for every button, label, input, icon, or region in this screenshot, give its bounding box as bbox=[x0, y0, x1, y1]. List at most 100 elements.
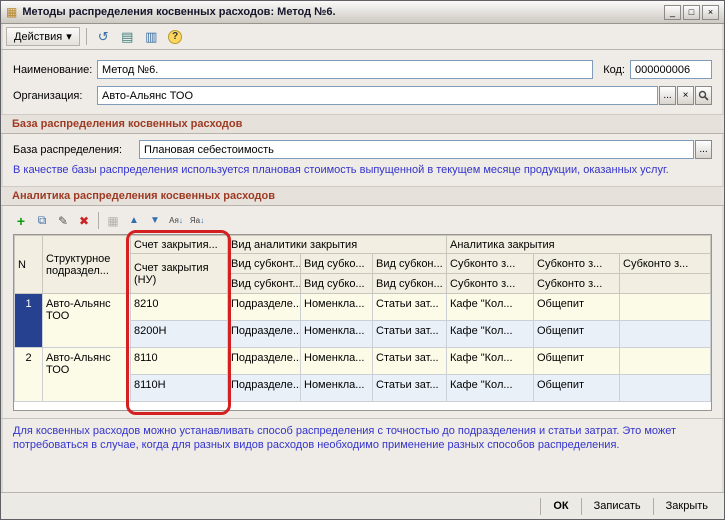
column-header-vid2-nu[interactable]: Вид субко... bbox=[301, 274, 373, 294]
vid3-cell[interactable]: Статьи зат... bbox=[373, 321, 447, 348]
footer-separator bbox=[653, 498, 654, 515]
vid3-cell[interactable]: Статьи зат... bbox=[373, 294, 447, 321]
sub3-cell[interactable] bbox=[620, 375, 711, 402]
column-header-struct[interactable]: Структурное подраздел... bbox=[43, 236, 131, 294]
code-input[interactable] bbox=[630, 60, 712, 79]
actions-label: Действия bbox=[14, 31, 62, 43]
sub2-cell[interactable]: Общепит bbox=[534, 348, 620, 375]
delete-row-button[interactable]: ✖ bbox=[74, 211, 94, 230]
column-header-vid3-nu[interactable]: Вид субкон... bbox=[373, 274, 447, 294]
column-header-vid3[interactable]: Вид субкон... bbox=[373, 254, 447, 274]
name-input[interactable] bbox=[97, 60, 593, 79]
vid1-cell[interactable]: Подразделе... bbox=[228, 375, 301, 402]
magnifier-icon bbox=[698, 90, 709, 101]
save-button[interactable]: Записать bbox=[586, 497, 649, 515]
vid1-cell[interactable]: Подразделе... bbox=[228, 348, 301, 375]
vid2-cell[interactable]: Номенкла... bbox=[301, 375, 373, 402]
base-row: База распределения: ... bbox=[1, 140, 724, 159]
sub2-cell[interactable]: Общепит bbox=[534, 294, 620, 321]
list-button[interactable]: ▤ bbox=[117, 27, 138, 47]
column-header-vid-group[interactable]: Вид аналитики закрытия bbox=[228, 236, 447, 254]
move-up-button[interactable]: ▲ bbox=[124, 211, 144, 230]
structure-button[interactable]: ▥ bbox=[141, 27, 162, 47]
sub2-cell[interactable]: Общепит bbox=[534, 375, 620, 402]
analytics-section-header: Аналитика распределения косвенных расход… bbox=[1, 186, 724, 206]
help-button[interactable]: ? bbox=[165, 27, 186, 47]
sort-ascending-button[interactable]: Ая↓ bbox=[166, 211, 186, 230]
table-row[interactable]: 1 Авто-Альянс ТОО 8210 Подразделе... Ном… bbox=[15, 294, 711, 321]
vid1-cell[interactable]: Подразделе... bbox=[228, 294, 301, 321]
account-cell[interactable]: 8110 bbox=[131, 348, 228, 375]
struct-cell[interactable]: Авто-Альянс ТОО bbox=[43, 348, 131, 402]
column-header-n[interactable]: N bbox=[15, 236, 43, 294]
organization-lookup-button[interactable]: ... bbox=[659, 86, 676, 105]
sub1-cell[interactable]: Кафе "Кол... bbox=[447, 375, 534, 402]
organization-open-button[interactable] bbox=[695, 86, 712, 105]
minimize-button[interactable]: _ bbox=[664, 5, 681, 20]
sub2-cell[interactable]: Общепит bbox=[534, 321, 620, 348]
vid1-cell[interactable]: Подразделе... bbox=[228, 321, 301, 348]
vid2-cell[interactable]: Номенкла... bbox=[301, 348, 373, 375]
account-cell[interactable]: 8210 bbox=[131, 294, 228, 321]
footer-separator bbox=[540, 498, 541, 515]
copy-row-button[interactable]: ⧉ bbox=[32, 211, 52, 230]
sub1-cell[interactable]: Кафе "Кол... bbox=[447, 348, 534, 375]
help-icon: ? bbox=[168, 30, 182, 44]
list-icon: ▤ bbox=[121, 29, 133, 45]
arrow-up-icon: ▲ bbox=[129, 215, 139, 226]
column-header-vid1[interactable]: Вид субконт... bbox=[228, 254, 301, 274]
column-header-account-nu[interactable]: Счет закрытия (НУ) bbox=[131, 254, 228, 294]
column-header-vid2[interactable]: Вид субко... bbox=[301, 254, 373, 274]
sort-descending-button[interactable]: Яа↓ bbox=[187, 211, 207, 230]
sub3-cell[interactable] bbox=[620, 348, 711, 375]
window-controls: _ □ × bbox=[664, 5, 719, 20]
maximize-button[interactable]: □ bbox=[683, 5, 700, 20]
ok-button[interactable]: ОК bbox=[545, 497, 576, 515]
organization-clear-button[interactable]: × bbox=[677, 86, 694, 105]
account-nu-cell[interactable]: 8200Н bbox=[131, 321, 228, 348]
column-header-sub2[interactable]: Субконто з... bbox=[534, 254, 620, 274]
table-header-row: N Структурное подраздел... Счет закрытия… bbox=[15, 236, 711, 254]
column-header-sub1[interactable]: Субконто з... bbox=[447, 254, 534, 274]
sub3-cell[interactable] bbox=[620, 321, 711, 348]
row-number-cell[interactable]: 2 bbox=[15, 348, 43, 402]
column-header-sub3[interactable]: Субконто з... bbox=[620, 254, 711, 274]
toolbar-separator bbox=[86, 28, 87, 45]
table-row[interactable]: 2 Авто-Альянс ТОО 8110 Подразделе... Ном… bbox=[15, 348, 711, 375]
copy-icon: ⧉ bbox=[38, 213, 47, 228]
sub1-cell[interactable]: Кафе "Кол... bbox=[447, 294, 534, 321]
base-lookup-button[interactable]: ... bbox=[695, 140, 712, 159]
account-nu-cell[interactable]: 8110Н bbox=[131, 375, 228, 402]
organization-row: Организация: ... × bbox=[1, 86, 724, 105]
vid2-cell[interactable]: Номенкла... bbox=[301, 294, 373, 321]
column-header-sub2-nu[interactable]: Субконто з... bbox=[534, 274, 620, 294]
grid-toolbar-separator bbox=[98, 212, 99, 229]
column-header-sub1-nu[interactable]: Субконто з... bbox=[447, 274, 534, 294]
column-header-sub3-nu[interactable] bbox=[620, 274, 711, 294]
close-form-button[interactable]: Закрыть bbox=[658, 497, 716, 515]
vid2-cell[interactable]: Номенкла... bbox=[301, 321, 373, 348]
layout-button[interactable]: ▦ bbox=[103, 211, 123, 230]
column-header-vid1-nu[interactable]: Вид субконт... bbox=[228, 274, 301, 294]
column-header-account[interactable]: Счет закрытия... bbox=[131, 236, 228, 254]
base-input[interactable] bbox=[139, 140, 694, 159]
sub1-cell[interactable]: Кафе "Кол... bbox=[447, 321, 534, 348]
grid-icon: ▦ bbox=[107, 214, 118, 228]
close-button[interactable]: × bbox=[702, 5, 719, 20]
plus-icon: + bbox=[17, 213, 25, 229]
organization-input[interactable] bbox=[97, 86, 658, 105]
add-row-button[interactable]: + bbox=[11, 211, 31, 230]
reread-button[interactable]: ↺ bbox=[93, 27, 114, 47]
move-down-button[interactable]: ▼ bbox=[145, 211, 165, 230]
vid3-cell[interactable]: Статьи зат... bbox=[373, 375, 447, 402]
sub3-cell[interactable] bbox=[620, 294, 711, 321]
analytics-table-zone: N Структурное подраздел... Счет закрытия… bbox=[13, 234, 712, 411]
struct-cell[interactable]: Авто-Альянс ТОО bbox=[43, 294, 131, 348]
row-number-cell[interactable]: 1 bbox=[15, 294, 43, 348]
base-hint-text: В качестве базы распределения использует… bbox=[1, 159, 724, 177]
column-header-analytics-group[interactable]: Аналитика закрытия bbox=[447, 236, 711, 254]
window-icon: ▦ bbox=[6, 6, 17, 18]
actions-button[interactable]: Действия ▾ bbox=[6, 27, 80, 46]
vid3-cell[interactable]: Статьи зат... bbox=[373, 348, 447, 375]
edit-row-button[interactable]: ✎ bbox=[53, 211, 73, 230]
